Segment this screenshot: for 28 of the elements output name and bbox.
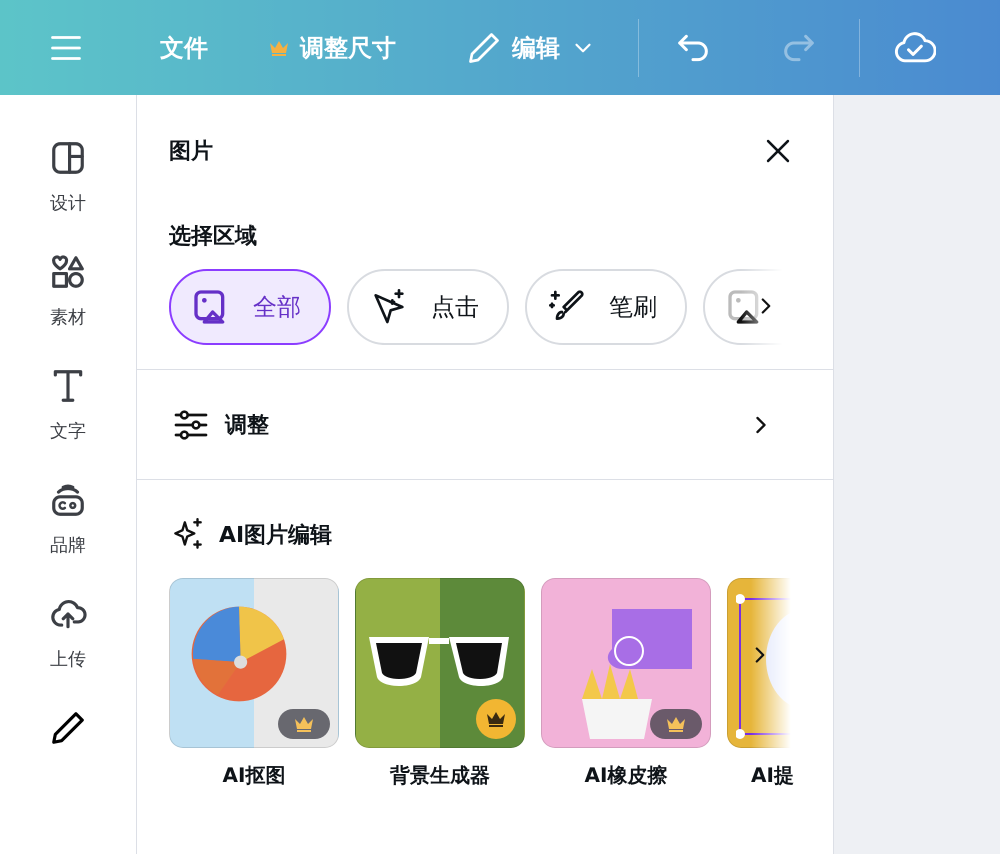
sidebar-item[interactable]: 上传 — [49, 595, 87, 671]
crown-icon — [268, 38, 290, 56]
tool-label: AI抠图 — [222, 762, 286, 789]
tool-label: AI橡皮擦 — [584, 762, 668, 789]
crown-icon — [485, 710, 507, 728]
sidebar-item[interactable]: 文字 — [49, 367, 87, 443]
sidebar-item[interactable]: 素材 — [49, 253, 87, 329]
pencil-icon — [49, 709, 87, 747]
crown-icon — [293, 715, 315, 733]
selection-chip[interactable]: 笔刷 — [525, 269, 687, 345]
crown-icon — [665, 715, 687, 733]
tool-label: AI提 — [750, 762, 794, 789]
adjust-row[interactable]: 调整 — [137, 370, 833, 479]
selection-chip[interactable]: 点击 — [347, 269, 509, 345]
sidebar-item[interactable]: 设计 — [49, 139, 87, 215]
section-title: AI图片编辑 — [219, 522, 332, 550]
tool-label: 背景生成器 — [390, 762, 490, 789]
layout-icon — [49, 139, 87, 177]
selection-chip[interactable]: 全部 — [169, 269, 331, 345]
ai-tool-card[interactable]: AI抠图 — [169, 578, 339, 789]
section-title: 选择区域 — [169, 223, 258, 251]
ai-tool-card[interactable]: 背景生成器 — [355, 578, 525, 789]
ai-tool-card[interactable]: AI橡皮擦 — [541, 578, 711, 789]
shapes-icon — [49, 253, 87, 291]
panel-title: 图片 — [169, 138, 213, 166]
adjust-label: 调整 — [225, 412, 270, 440]
sidebar-item[interactable]: 品牌 — [49, 481, 87, 557]
ai-tool-card[interactable]: AI提 — [727, 578, 801, 789]
